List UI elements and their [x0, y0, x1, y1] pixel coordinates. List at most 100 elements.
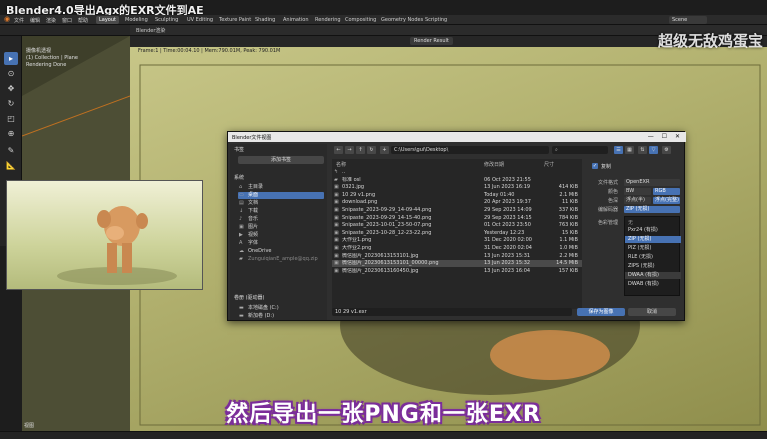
depth-half-option[interactable]: 浮点(半) [624, 197, 651, 204]
cursor-tool-icon[interactable]: ⊙ [4, 67, 18, 80]
menu-window[interactable]: 窗口 [62, 17, 72, 24]
file-row[interactable]: ▣ 10 29 v1.png Today 01:40 2.1 MiB [332, 192, 582, 199]
file-row[interactable]: ▣ download.png 20 Apr 2023 19:37 11 KiB [332, 199, 582, 206]
rotate-tool-icon[interactable]: ↻ [4, 97, 18, 110]
file-list[interactable]: 名称 修改日期 尺寸 ↰.. ▰ 标准 osl 06 Oct 2023 21:55 ▣ 0… [332, 159, 582, 309]
menu-file[interactable]: 文件 [14, 17, 24, 24]
menu-render[interactable]: 渲染 [46, 17, 56, 24]
file-size: 15 KiB [561, 229, 578, 236]
tab-shading[interactable]: Shading [252, 16, 278, 24]
sidebar-item-drive-c[interactable]: ▬ 本地磁盘 (C:) [238, 305, 324, 312]
viewport-info: 摄像机透视 (1) Collection | Plane Rendering D… [26, 48, 78, 69]
file-row[interactable]: ↰.. [332, 169, 582, 176]
column-size[interactable]: 尺寸 [544, 161, 554, 168]
sidebar-item-onedrive[interactable]: ☁ OneDrive [238, 248, 324, 255]
path-input[interactable]: C:\Users\gui\Desktop\ [391, 146, 549, 154]
display-mode-thumb-icon[interactable]: ▦ [625, 146, 634, 154]
file-row[interactable]: ▣ Snipaste_2023-10-28_12-23-22.png Yesterd… [332, 230, 582, 237]
file-row[interactable]: ▣ 微信图片_20230613153101.jpg 13 Jun 2023 15:3… [332, 253, 582, 260]
sidebar-item-documents[interactable]: ▤ 文档 [238, 200, 324, 207]
scale-tool-icon[interactable]: ◰ [4, 112, 18, 125]
tab-sculpting[interactable]: Sculpting [152, 16, 181, 24]
move-tool-icon[interactable]: ✥ [4, 82, 18, 95]
tab-geometry-nodes[interactable]: Geometry Nodes [378, 16, 426, 24]
sidebar-item-music[interactable]: ♪ 音乐 [238, 216, 324, 223]
new-folder-button[interactable]: + [380, 146, 389, 154]
depth-full-option[interactable]: 浮点(完整) [653, 197, 680, 204]
tab-animation[interactable]: Animation [280, 16, 312, 24]
file-row[interactable]: ▣ 微信图片_20230613160450.jpg 13 Jun 2023 16:0… [332, 268, 582, 275]
codec-option-piz[interactable]: PIZ (无损) [625, 245, 681, 252]
copy-checkbox[interactable]: ✓ [592, 163, 598, 169]
column-name[interactable]: 名称 [336, 161, 346, 168]
color-bw-option[interactable]: BW [624, 188, 651, 195]
settings-gear-icon[interactable]: ⚙ [662, 146, 671, 154]
filter-icon[interactable]: ▽ [649, 146, 658, 154]
view-menu-label[interactable]: 视图 [24, 422, 34, 429]
sidebar-item-home[interactable]: ⌂ 主目录 [238, 184, 324, 191]
blender-logo-icon[interactable]: ◉ [4, 15, 10, 23]
file-format-dropdown[interactable]: OpenEXR [624, 179, 680, 186]
tab-scripting[interactable]: Scripting [422, 16, 450, 24]
cancel-button[interactable]: 取消 [628, 308, 676, 316]
close-icon[interactable]: ✕ [675, 133, 680, 140]
codec-option-zips[interactable]: ZIPS (无损) [625, 263, 681, 270]
maximize-icon[interactable]: ☐ [662, 133, 667, 140]
save-image-button[interactable]: 保存为图像 [577, 308, 625, 316]
refresh-button[interactable]: ↻ [367, 146, 376, 154]
transform-tool-icon[interactable]: ⊕ [4, 127, 18, 140]
color-rgb-option[interactable]: RGB [653, 188, 680, 195]
menu-edit[interactable]: 编辑 [30, 17, 40, 24]
file-row[interactable]: ▣ 微信图片_20230613153101_00000.png 13 Jun 202… [332, 260, 582, 268]
sidebar-item-videos[interactable]: ▶ 视频 [238, 232, 324, 239]
tab-rendering[interactable]: Rendering [312, 16, 344, 24]
system-header[interactable]: 系统 [234, 174, 244, 181]
sidebar-item-fonts[interactable]: A 字体 [238, 240, 324, 247]
codec-option-dwab[interactable]: DWAB (有损) [625, 281, 681, 288]
parent-dir-button[interactable]: ↑ [356, 146, 365, 154]
codec-option-rle[interactable]: RLE (无损) [625, 254, 681, 261]
file-name: 大作业1.png [342, 237, 372, 244]
search-input[interactable]: ⌕ [552, 146, 608, 154]
measure-tool-icon[interactable]: 📐 [4, 159, 18, 172]
sidebar-item-desktop[interactable]: ▭ 桌面 [238, 192, 324, 199]
menu-help[interactable]: 帮助 [78, 17, 88, 24]
file-row[interactable]: ▣ 0321.jpg 13 Jun 2023 16:19 414 KiB [332, 184, 582, 191]
file-row[interactable]: ▣ Snipaste_2023-09-29_14-09-44.png 29 Sep … [332, 207, 582, 214]
column-date[interactable]: 修改日期 [484, 161, 504, 168]
tab-uv-editing[interactable]: UV Editing [184, 16, 216, 24]
codec-dropdown[interactable]: ZIP (无损) [624, 206, 680, 213]
display-mode-list-icon[interactable]: ☰ [614, 146, 623, 154]
select-box-tool-icon[interactable]: ▸ [4, 52, 18, 65]
sidebar-item-downloads[interactable]: ↓ 下载 [238, 208, 324, 215]
file-row[interactable]: ▣ Snipaste_2023-09-29_14-15-40.png 29 Sep … [332, 215, 582, 222]
codec-dropdown-menu[interactable]: 无 Pxr24 (有损) ZIP (无损) PIZ (无损) RLE (无损) … [624, 216, 681, 296]
tab-texture-paint[interactable]: Texture Paint [216, 16, 254, 24]
bookmarks-header[interactable]: 书签 [234, 146, 244, 153]
filename-input[interactable]: 10 29 v1.exr [332, 308, 572, 316]
volumes-header[interactable]: 卷册 (驱动器) [234, 294, 265, 301]
codec-option-pxr24[interactable]: Pxr24 (有损) [625, 227, 681, 234]
file-row[interactable]: ▣ Snipaste_2023-10-01_23-50-07.png 01 Oct … [332, 222, 582, 229]
sidebar-item-zip[interactable]: ▰ ZunguiqianE_ample@qq.zip [238, 256, 324, 263]
tab-layout[interactable]: Layout [96, 16, 119, 24]
codec-option-dwaa[interactable]: DWAA (有损) [625, 272, 681, 279]
minimize-icon[interactable]: — [648, 133, 654, 140]
scene-selector[interactable]: Scene [669, 16, 707, 24]
codec-option-zip[interactable]: ZIP (无损) [625, 236, 681, 243]
back-button[interactable]: ← [334, 146, 343, 154]
tab-compositing[interactable]: Compositing [342, 16, 379, 24]
annotate-tool-icon[interactable]: ✎ [4, 144, 18, 157]
render-slot-selector[interactable]: Render Result [410, 37, 453, 45]
file-row[interactable]: ▣ 大作业1.png 31 Dec 2020 02:00 1.1 MiB [332, 237, 582, 244]
sort-icon[interactable]: ⇅ [638, 146, 647, 154]
image-file-icon: ▣ [334, 199, 339, 206]
sidebar-item-pictures[interactable]: ▣ 图片 [238, 224, 324, 231]
file-size: 2.2 MiB [559, 252, 578, 259]
forward-button[interactable]: → [345, 146, 354, 154]
sidebar-item-drive-d[interactable]: ▬ 新加卷 (D:) [238, 313, 324, 320]
tab-modeling[interactable]: Modeling [122, 16, 151, 24]
file-row[interactable]: ▣ 大作业2.png 31 Dec 2020 02:04 1.0 MiB [332, 245, 582, 252]
file-row[interactable]: ▰ 标准 osl 06 Oct 2023 21:55 [332, 177, 582, 184]
add-bookmark-button[interactable]: 添加书签 [238, 156, 324, 164]
